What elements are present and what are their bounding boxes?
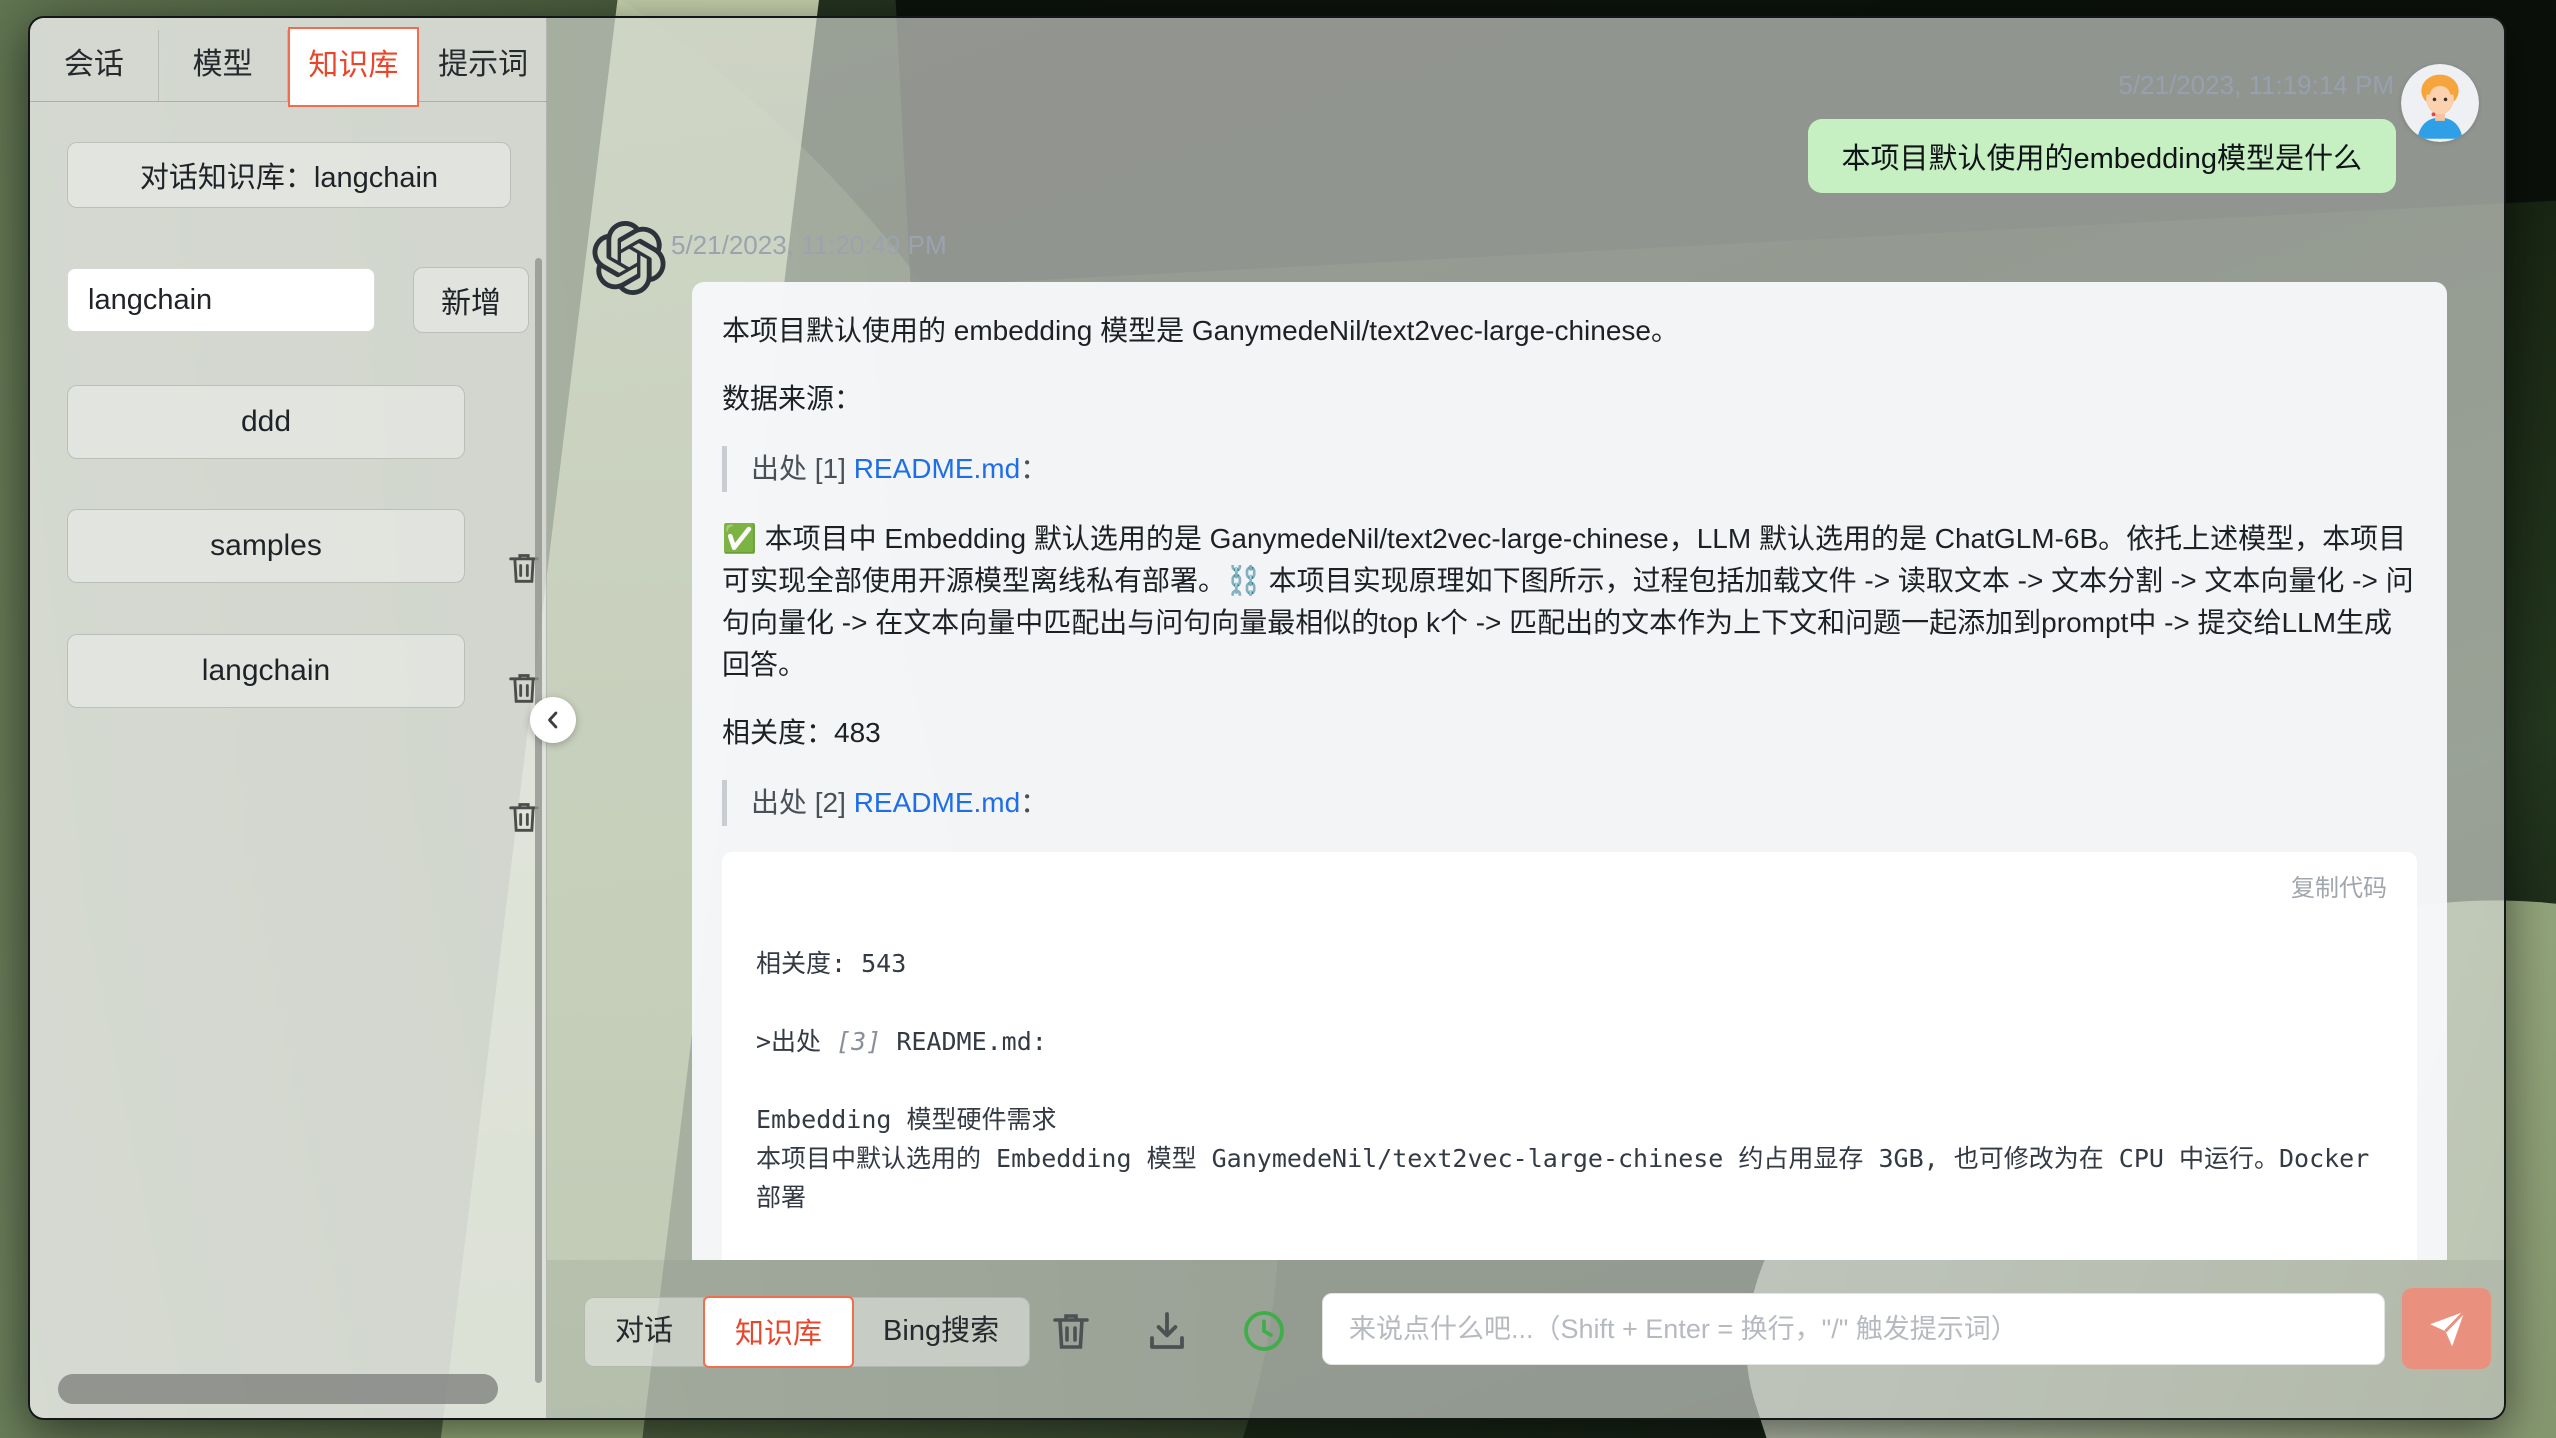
readme-link[interactable]: README.md [854, 453, 1020, 484]
mode-knowledge-base[interactable]: 知识库 [703, 1296, 854, 1368]
openai-logo-icon [592, 221, 666, 295]
kb-name-input[interactable] [67, 268, 375, 332]
paper-plane-icon [2425, 1307, 2469, 1351]
kb-item-samples[interactable]: samples [67, 509, 465, 583]
tab-knowledge-base[interactable]: 知识库 [288, 27, 420, 107]
code-text: >出处 [756, 1027, 836, 1056]
assistant-paragraph: 数据来源： [722, 378, 2417, 420]
code-line: >出处 [3] README.md: [756, 1022, 2383, 1061]
tab-session[interactable]: 会话 [30, 30, 159, 101]
sidebar: 会话 模型 知识库 提示词 对话知识库：langchain 新增 ddd sam… [30, 18, 547, 1418]
code-line: 本项目中默认选用的 Embedding 模型 GanymedeNil/text2… [756, 1139, 2383, 1217]
readme-link[interactable]: README.md [854, 787, 1020, 818]
user-avatar [2401, 64, 2479, 142]
quote-prefix: 出处 [2] [751, 787, 854, 818]
user-message-bubble: 本项目默认使用的embedding模型是什么 [1808, 119, 2397, 193]
source-quote-1: 出处 [1] README.md： [722, 446, 2417, 492]
copy-code-button[interactable]: 复制代码 [2291, 868, 2387, 903]
sidebar-tabbar: 会话 模型 知识库 提示词 [30, 30, 547, 102]
sidebar-horizontal-scrollbar[interactable] [58, 1374, 498, 1404]
assistant-message-bubble: 本项目默认使用的 embedding 模型是 GanymedeNil/text2… [692, 282, 2447, 1260]
kb-select-button[interactable]: 对话知识库：langchain [67, 142, 511, 208]
history-clock-icon[interactable] [1240, 1307, 1288, 1355]
sidebar-vertical-scrollbar[interactable] [535, 258, 542, 1383]
code-ref: [3] [836, 1027, 881, 1056]
assistant-paragraph: ✅ 本项目中 Embedding 默认选用的是 GanymedeNil/text… [722, 518, 2417, 686]
quote-prefix: 出处 [1] [751, 453, 854, 484]
code-line: 相关度: 543 [756, 944, 2383, 983]
tab-prompts[interactable]: 提示词 [419, 30, 547, 101]
code-text: README.md: [881, 1027, 1047, 1056]
source-quote-2: 出处 [2] README.md： [722, 780, 2417, 826]
kb-item-langchain[interactable]: langchain [67, 634, 465, 708]
chevron-left-icon [539, 706, 567, 734]
quote-suffix: ： [1020, 787, 1048, 818]
quote-suffix: ： [1020, 453, 1048, 484]
mode-bing-search[interactable]: Bing搜索 [853, 1298, 1029, 1366]
mode-switch-group: 对话 知识库 Bing搜索 [584, 1297, 1030, 1367]
footer-toolbar: 对话 知识库 Bing搜索 [547, 1260, 2504, 1418]
send-button[interactable] [2402, 1288, 2491, 1369]
user-message-timestamp: 5/21/2023, 11:19:14 PM [2118, 70, 2394, 101]
assistant-paragraph: 本项目默认使用的 embedding 模型是 GanymedeNil/text2… [722, 310, 2417, 352]
relevance-score: 相关度：483 [722, 712, 2417, 754]
export-download-icon[interactable] [1143, 1307, 1191, 1355]
add-kb-button[interactable]: 新增 [413, 267, 529, 333]
app-window: 会话 模型 知识库 提示词 对话知识库：langchain 新增 ddd sam… [28, 16, 2506, 1420]
user-message-text: 本项目默认使用的embedding模型是什么 [1842, 135, 2363, 177]
message-input[interactable] [1322, 1293, 2385, 1365]
code-line: Embedding 模型硬件需求 [756, 1100, 2383, 1139]
code-block: 复制代码 相关度: 543 >出处 [3] README.md: Embeddi… [722, 852, 2417, 1260]
clear-chat-trash-icon[interactable] [1047, 1307, 1095, 1355]
tab-model[interactable]: 模型 [159, 30, 288, 101]
chat-area: 5/21/2023, 11:19:14 PM [547, 18, 2504, 1260]
sidebar-collapse-button[interactable] [530, 697, 576, 743]
screen: 会话 模型 知识库 提示词 对话知识库：langchain 新增 ddd sam… [0, 0, 2556, 1438]
assistant-message-timestamp: 5/21/2023, 11:20:49 PM [671, 230, 947, 261]
kb-item-ddd[interactable]: ddd [67, 385, 465, 459]
mode-chat[interactable]: 对话 [585, 1298, 704, 1366]
